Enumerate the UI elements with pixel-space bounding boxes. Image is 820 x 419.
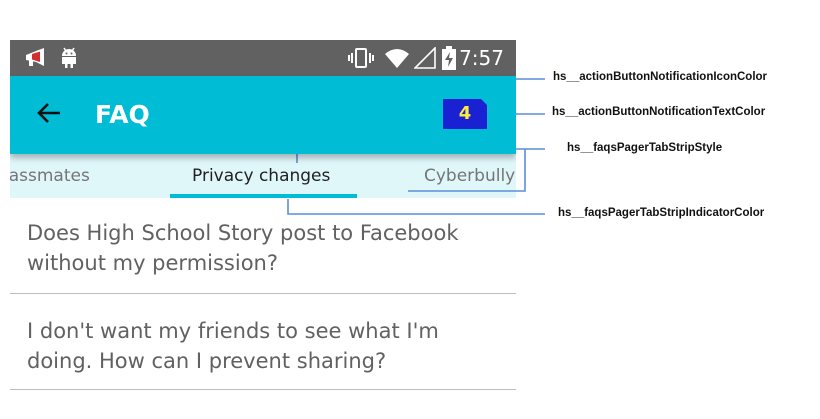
faq-question-line: I don't want my friends to see what I'm	[27, 319, 439, 343]
vibrate-icon	[348, 40, 374, 76]
annotation-text-color: hs__actionButtonNotificationTextColor	[552, 106, 766, 118]
notification-badge[interactable]: 4	[443, 97, 489, 129]
faq-item[interactable]: Does High School Story post to Facebook …	[10, 198, 516, 294]
tab-classmates[interactable]: lassmates	[10, 154, 90, 198]
faq-question-line: without my permission?	[27, 251, 279, 275]
back-button[interactable]	[32, 98, 66, 132]
page-title: FAQ	[95, 100, 150, 129]
faq-question-line: doing. How can I prevent sharing?	[27, 349, 387, 373]
faq-question: I don't want my friends to see what I'm …	[27, 316, 507, 376]
android-icon	[60, 40, 78, 76]
tab-privacy-changes[interactable]: Privacy changes	[192, 154, 330, 198]
battery-charging-icon	[442, 40, 456, 76]
status-bar: 7:57	[10, 40, 516, 76]
faq-question: Does High School Story post to Facebook …	[27, 218, 507, 278]
annotation-icon-color: hs__actionButtonNotificationIconColor	[553, 71, 768, 83]
signal-icon	[414, 40, 436, 76]
tab-cyberbully[interactable]: Cyberbully	[424, 154, 515, 198]
annotation-tab-strip-style: hs__faqsPagerTabStripStyle	[567, 142, 723, 154]
faq-question-line: Does High School Story post to Facebook	[27, 221, 459, 245]
faq-tab-strip: lassmates Privacy changes Cyberbully	[10, 154, 516, 198]
arrow-back-icon	[36, 101, 62, 129]
megaphone-icon	[24, 40, 48, 76]
notification-count: 4	[458, 103, 472, 124]
faq-list: Does High School Story post to Facebook …	[10, 198, 516, 390]
action-bar: FAQ 4	[10, 76, 516, 154]
status-time: 7:57	[459, 46, 504, 70]
wifi-icon	[384, 40, 410, 76]
faq-item[interactable]: I don't want my friends to see what I'm …	[10, 294, 516, 390]
phone-screen: 7:57 FAQ 4 lassmates Privacy changes Cyb…	[10, 40, 516, 408]
annotation-indicator-color: hs__faqsPagerTabStripIndicatorColor	[558, 207, 765, 219]
